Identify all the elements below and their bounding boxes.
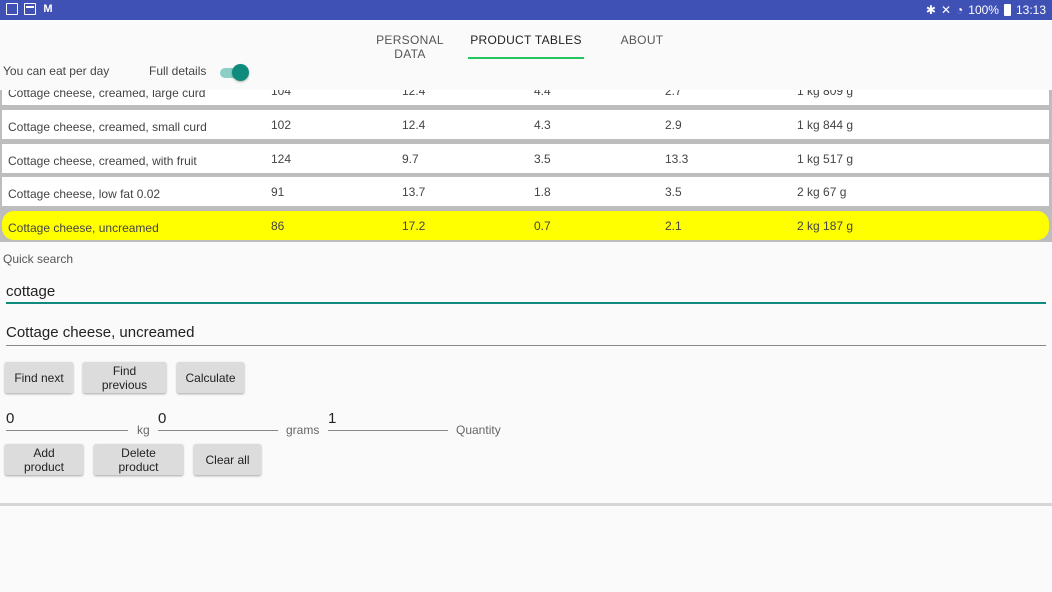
battery-percent: 100% [968, 3, 999, 17]
bottom-divider [0, 503, 1052, 506]
protein-cell: 13.7 [402, 185, 426, 199]
product-table[interactable]: Cottage cheese, creamed, large curd 104 … [0, 90, 1052, 242]
toggle-thumb [232, 64, 249, 81]
status-bar: M ✱ ✕ ◔ 100% 13:13 [0, 0, 1052, 20]
tab-personal-data[interactable]: PERSONAL DATA [362, 33, 458, 61]
fat-cell: 4.4 [534, 90, 551, 98]
find-next-button[interactable]: Find next [5, 362, 73, 393]
delete-product-button[interactable]: Delete product [94, 444, 183, 475]
quantity-input[interactable]: 1 [328, 410, 448, 431]
calculate-button[interactable]: Calculate [177, 362, 244, 393]
table-row[interactable]: Cottage cheese, creamed, small curd 102 … [2, 110, 1049, 139]
fat-cell: 3.5 [534, 152, 551, 166]
tab-indicator [468, 57, 584, 59]
amount-cell: 2 kg 187 g [797, 219, 854, 233]
quantity-label: Quantity [456, 423, 501, 437]
per-day-label: You can eat per day [3, 64, 110, 78]
add-product-button[interactable]: Add product [5, 444, 83, 475]
table-row[interactable]: Cottage cheese, creamed, large curd 104 … [2, 90, 1049, 105]
protein-cell: 12.4 [402, 90, 426, 98]
calories-cell: 104 [271, 90, 292, 98]
protein-cell: 17.2 [402, 219, 426, 233]
bluetooth-icon: ✱ [925, 3, 936, 17]
fat-cell: 4.3 [534, 118, 551, 132]
kg-input[interactable]: 0 [6, 410, 128, 431]
mute-icon: ✕ [940, 3, 952, 17]
tab-about[interactable]: ABOUT [612, 33, 672, 47]
calendar-icon [24, 3, 36, 15]
product-name: Cottage cheese, uncreamed [8, 221, 159, 235]
table-row-selected[interactable]: Cottage cheese, uncreamed 86 17.2 0.7 2.… [2, 211, 1049, 240]
product-name: Cottage cheese, creamed, small curd [8, 120, 207, 134]
amount-cell: 2 kg 67 g [797, 185, 847, 199]
fat-cell: 1.8 [534, 185, 551, 199]
product-name: Cottage cheese, creamed, large curd [8, 90, 206, 100]
calories-cell: 91 [271, 185, 285, 199]
full-details-toggle[interactable] [220, 64, 249, 81]
quick-search-label: Quick search [3, 252, 74, 266]
tab-product-tables[interactable]: PRODUCT TABLES [468, 33, 584, 47]
gmail-icon: M [43, 3, 53, 15]
fat-cell: 0.7 [534, 219, 551, 233]
carbs-cell: 2.1 [665, 219, 682, 233]
find-previous-button[interactable]: Find previous [83, 362, 166, 393]
grams-input[interactable]: 0 [158, 410, 278, 431]
amount-cell: 1 kg 844 g [797, 118, 854, 132]
amount-cell: 1 kg 517 g [797, 152, 854, 166]
clock: 13:13 [1015, 3, 1046, 17]
calories-cell: 102 [271, 118, 292, 132]
selected-product-field[interactable]: Cottage cheese, uncreamed [6, 324, 1046, 346]
options-row: You can eat per day Full details [0, 60, 1052, 90]
battery-icon [1003, 4, 1011, 16]
grams-label: grams [286, 423, 320, 437]
amount-cell: 1 kg 809 g [797, 90, 854, 98]
product-name: Cottage cheese, creamed, with fruit [8, 154, 197, 168]
image-icon [6, 3, 18, 15]
full-details-label: Full details [149, 64, 207, 78]
tab-bar: PERSONAL DATA PRODUCT TABLES ABOUT [0, 20, 1052, 61]
calories-cell: 86 [271, 219, 285, 233]
calories-cell: 124 [271, 152, 292, 166]
carbs-cell: 13.3 [665, 152, 689, 166]
carbs-cell: 3.5 [665, 185, 682, 199]
protein-cell: 9.7 [402, 152, 419, 166]
carbs-cell: 2.9 [665, 118, 682, 132]
kg-label: kg [137, 423, 150, 437]
wifi-icon: ◔ [956, 3, 964, 17]
table-row[interactable]: Cottage cheese, low fat 0.02 91 13.7 1.8… [2, 177, 1049, 206]
search-input[interactable] [6, 280, 1046, 304]
carbs-cell: 2.7 [665, 90, 682, 98]
product-name: Cottage cheese, low fat 0.02 [8, 187, 161, 201]
table-row[interactable]: Cottage cheese, creamed, with fruit 124 … [2, 144, 1049, 173]
clear-all-button[interactable]: Clear all [194, 444, 261, 475]
protein-cell: 12.4 [402, 118, 426, 132]
